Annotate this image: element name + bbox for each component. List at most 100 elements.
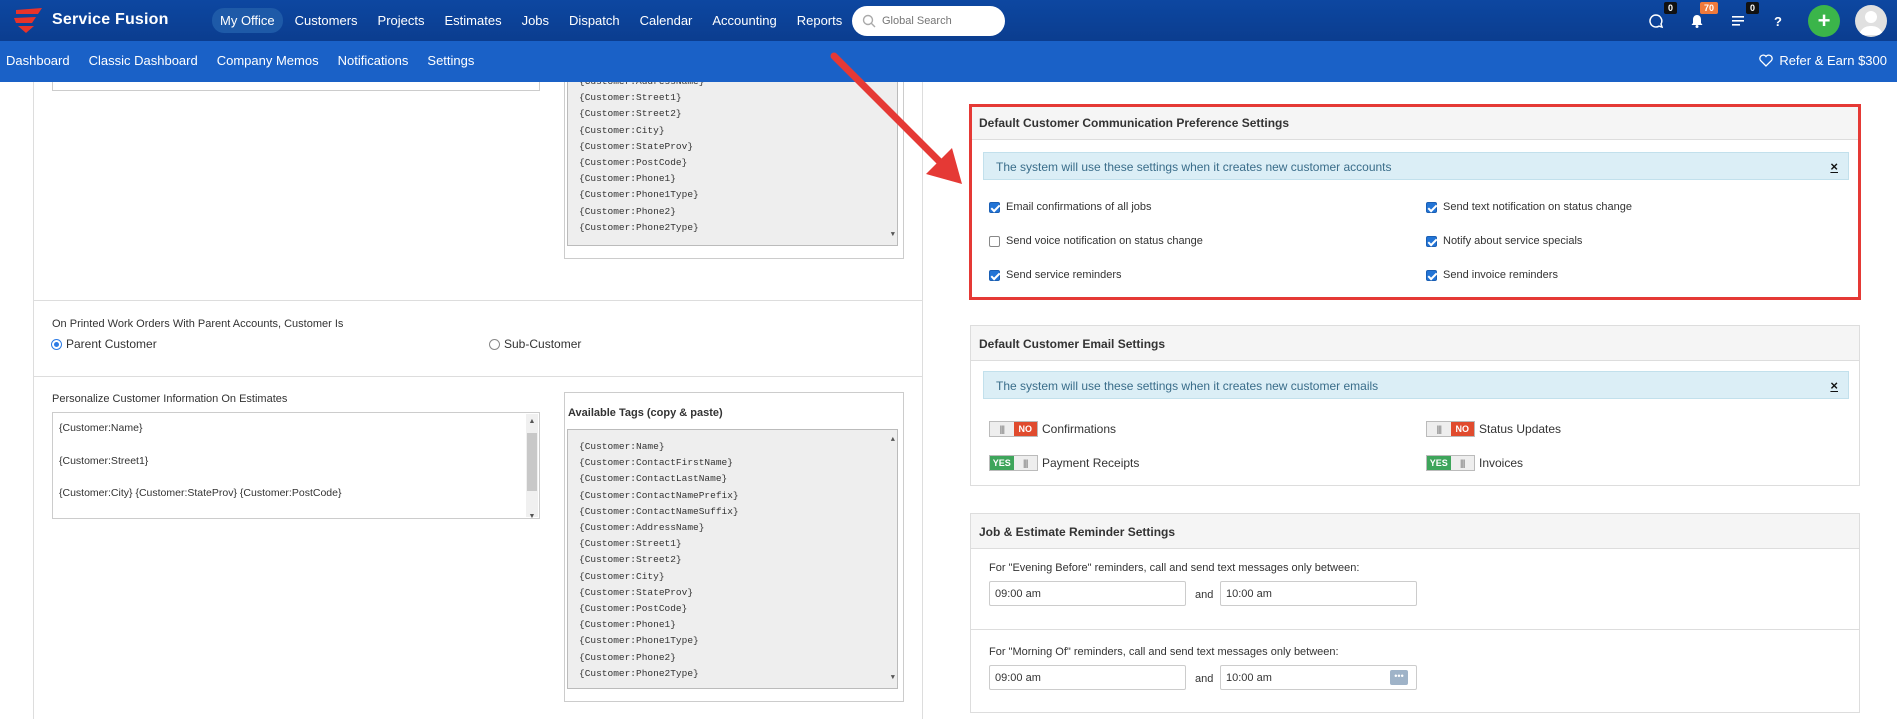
top-navbar: Service Fusion My Office Customers Proje… bbox=[0, 0, 1897, 41]
user-icon bbox=[1859, 11, 1883, 35]
toggle-status-updates[interactable]: ||| NO Status Updates bbox=[1426, 421, 1561, 437]
global-search[interactable] bbox=[852, 6, 1005, 36]
estimates-customer-info-textarea[interactable]: {Customer:Name} {Customer:Street1} {Cust… bbox=[52, 412, 540, 520]
nav-accounting[interactable]: Accounting bbox=[704, 8, 784, 33]
search-icon bbox=[862, 14, 876, 28]
chat-button[interactable]: 0 bbox=[1643, 2, 1677, 34]
brand-logo[interactable]: Service Fusion bbox=[12, 6, 169, 34]
toggle-switch-on[interactable]: YES ||| bbox=[1426, 455, 1475, 471]
highlight-box bbox=[969, 104, 1861, 300]
help-button[interactable]: ? bbox=[1765, 8, 1791, 34]
tag-item: {Customer:Phone1Type} bbox=[579, 635, 699, 647]
tag-item: {Customer:AddressName} bbox=[579, 522, 705, 534]
morning-to-value: 10:00 am bbox=[1226, 672, 1272, 684]
tag-item: {Customer:City} bbox=[579, 570, 665, 582]
email-settings-info: The system will use these settings when … bbox=[983, 371, 1849, 399]
refer-earn-link[interactable]: Refer & Earn $300 bbox=[1759, 53, 1887, 68]
nav-dispatch[interactable]: Dispatch bbox=[561, 8, 628, 33]
tag-item: {Customer:Phone1} bbox=[579, 619, 676, 631]
radio-dot-selected[interactable] bbox=[51, 338, 62, 350]
subnav-company-memos[interactable]: Company Memos bbox=[217, 53, 319, 68]
search-input[interactable] bbox=[882, 15, 992, 27]
morning-from-input[interactable]: 09:00 am bbox=[989, 665, 1186, 690]
available-tags-list[interactable]: {Customer:Name} {Customer:ContactFirstNa… bbox=[567, 429, 898, 689]
morning-of-label: For "Morning Of" reminders, call and sen… bbox=[989, 646, 1339, 658]
more-options-icon[interactable]: ••• bbox=[1390, 670, 1408, 685]
tasks-button[interactable]: 0 bbox=[1725, 2, 1759, 34]
radio-parent-customer[interactable]: Parent Customer bbox=[51, 337, 157, 351]
reminder-settings-title: Job & Estimate Reminder Settings bbox=[971, 514, 1859, 549]
toggle-confirmations[interactable]: ||| NO Confirmations bbox=[989, 421, 1116, 437]
add-new-button[interactable]: + bbox=[1808, 5, 1840, 37]
toggle-grip: ||| bbox=[1450, 456, 1474, 470]
scroll-up-arrow-icon[interactable]: ▲ bbox=[891, 432, 895, 448]
estimates-label: Personalize Customer Information On Esti… bbox=[52, 393, 288, 405]
toggle-label: Status Updates bbox=[1479, 422, 1562, 436]
tag-item: {Customer:ContactFirstName} bbox=[579, 457, 733, 469]
tag-item: {Customer:PostCode} bbox=[579, 603, 688, 615]
toggle-state: YES bbox=[990, 456, 1014, 470]
evening-to-input[interactable]: 10:00 am bbox=[1220, 581, 1417, 606]
radio-dot[interactable] bbox=[489, 338, 500, 350]
section-divider bbox=[34, 300, 922, 301]
evening-before-label: For "Evening Before" reminders, call and… bbox=[989, 562, 1360, 574]
subnav-settings[interactable]: Settings bbox=[427, 53, 474, 68]
available-tags-title: Available Tags (copy & paste) bbox=[568, 407, 723, 419]
email-settings-panel: Default Customer Email Settings The syst… bbox=[970, 325, 1860, 486]
nav-calendar[interactable]: Calendar bbox=[632, 8, 701, 33]
toggle-grip: ||| bbox=[1427, 422, 1451, 436]
estimates-line-2: {Customer:Street1} bbox=[59, 454, 149, 467]
toggle-switch-on[interactable]: YES ||| bbox=[989, 455, 1038, 471]
estimates-line-1: {Customer:Name} bbox=[59, 422, 143, 434]
email-settings-title: Default Customer Email Settings bbox=[971, 326, 1859, 361]
nav-reports[interactable]: Reports bbox=[789, 8, 851, 33]
and-label: and bbox=[1195, 673, 1214, 685]
refer-earn-label: Refer & Earn $300 bbox=[1779, 53, 1887, 68]
brand-name: Service Fusion bbox=[52, 11, 169, 28]
nav-customers[interactable]: Customers bbox=[287, 8, 366, 33]
notifications-badge: 70 bbox=[1699, 2, 1718, 14]
tag-item: {Customer:ContactNamePrefix} bbox=[579, 489, 739, 501]
chat-badge: 0 bbox=[1663, 2, 1677, 14]
toggle-state: NO bbox=[1013, 422, 1037, 436]
textarea-scrollbar[interactable]: ▲ ▼ bbox=[526, 414, 538, 520]
nav-projects[interactable]: Projects bbox=[370, 8, 433, 33]
subnav-notifications[interactable]: Notifications bbox=[338, 53, 409, 68]
close-icon[interactable]: × bbox=[1830, 378, 1838, 393]
radio-sub-customer[interactable]: Sub-Customer bbox=[489, 337, 581, 351]
notifications-button[interactable]: 70 bbox=[1684, 2, 1718, 34]
radio-parent-label: Parent Customer bbox=[66, 337, 157, 351]
evening-from-input[interactable]: 09:00 am bbox=[989, 581, 1186, 606]
subnav-classic-dashboard[interactable]: Classic Dashboard bbox=[89, 53, 198, 68]
toggle-state: YES bbox=[1427, 456, 1451, 470]
tag-item: {Customer:Street2} bbox=[579, 554, 682, 566]
nav-my-office[interactable]: My Office bbox=[212, 8, 283, 33]
toggle-payment-receipts[interactable]: YES ||| Payment Receipts bbox=[989, 455, 1139, 471]
subnav-dashboard[interactable]: Dashboard bbox=[6, 53, 70, 68]
toggle-invoices[interactable]: YES ||| Invoices bbox=[1426, 455, 1523, 471]
reminder-settings-panel: Job & Estimate Reminder Settings For "Ev… bbox=[970, 513, 1860, 713]
tag-item: {Customer:ContactLastName} bbox=[579, 473, 728, 485]
nav-jobs[interactable]: Jobs bbox=[514, 8, 557, 33]
tag-item: {Customer:Phone2} bbox=[579, 205, 676, 217]
scroll-down-arrow-icon[interactable]: ▼ bbox=[891, 670, 895, 686]
nav-estimates[interactable]: Estimates bbox=[437, 8, 510, 33]
email-settings-info-text: The system will use these settings when … bbox=[996, 379, 1379, 393]
annotation-arrow-icon bbox=[830, 52, 962, 184]
tasks-badge: 0 bbox=[1745, 2, 1759, 14]
bell-icon bbox=[1691, 15, 1703, 28]
toggle-switch-off[interactable]: ||| NO bbox=[989, 421, 1038, 437]
morning-to-input[interactable]: 10:00 am ••• bbox=[1220, 665, 1417, 690]
and-label: and bbox=[1195, 589, 1214, 601]
scroll-down-arrow-icon[interactable]: ▼ bbox=[891, 227, 895, 243]
customer-info-textarea-top[interactable] bbox=[52, 82, 540, 91]
section-divider bbox=[34, 376, 922, 377]
main-nav: My Office Customers Projects Estimates J… bbox=[212, 8, 850, 33]
toggle-state: NO bbox=[1450, 422, 1474, 436]
tag-item: {Customer:StateProv} bbox=[579, 586, 694, 598]
toggle-switch-off[interactable]: ||| NO bbox=[1426, 421, 1475, 437]
estimates-line-3: {Customer:City} {Customer:StateProv} {Cu… bbox=[59, 487, 342, 499]
chat-icon bbox=[1649, 14, 1664, 29]
user-avatar[interactable] bbox=[1855, 5, 1887, 37]
toggle-label: Payment Receipts bbox=[1042, 456, 1140, 470]
